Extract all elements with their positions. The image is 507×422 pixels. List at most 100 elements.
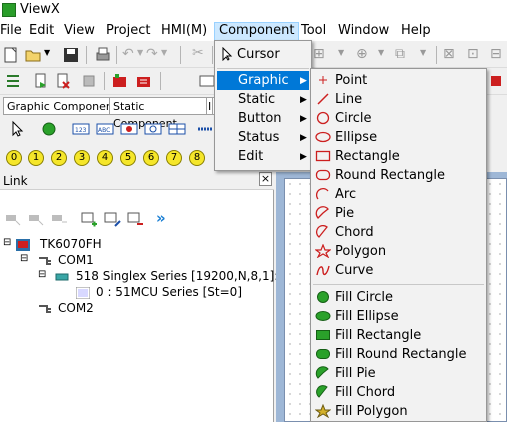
menu-item-pie[interactable]: Pie xyxy=(335,204,354,223)
menu-item-button[interactable]: Button xyxy=(238,109,308,128)
tree-toggle[interactable]: ⊟ xyxy=(38,269,46,280)
menu-item-polygon[interactable]: Polygon xyxy=(335,242,386,261)
table-icon[interactable] xyxy=(168,120,186,138)
tab-static-component[interactable]: Static Component xyxy=(109,97,215,130)
number-button-3[interactable]: 3 xyxy=(74,150,90,166)
menu-item-status[interactable]: Status xyxy=(238,128,308,147)
menu-edit[interactable]: Edit xyxy=(25,22,58,41)
menu-tool[interactable]: Tool xyxy=(297,22,330,41)
tab-more[interactable]: I xyxy=(206,97,214,115)
menu-item-fill-rectangle[interactable]: Fill Rectangle xyxy=(335,326,421,345)
ungroup-icon[interactable]: ⊡ xyxy=(467,46,479,62)
arc-icon xyxy=(315,187,329,200)
menu-view[interactable]: View xyxy=(60,22,99,41)
menu-item-static[interactable]: Static xyxy=(238,90,308,109)
toolbar-separator xyxy=(436,46,437,64)
redo-icon[interactable]: ↷ xyxy=(146,46,158,62)
tab-graphic-component[interactable]: Graphic Component xyxy=(3,97,122,115)
menu-item-line[interactable]: Line xyxy=(335,90,362,109)
number-button-2[interactable]: 2 xyxy=(51,150,67,166)
delete-link-icon[interactable] xyxy=(50,210,68,228)
word-lamp-icon[interactable] xyxy=(144,120,162,138)
bit-lamp-icon[interactable] xyxy=(120,120,138,138)
add-link-icon[interactable] xyxy=(4,210,22,228)
text-input-icon[interactable]: ABC xyxy=(96,120,114,138)
chevron-down-icon[interactable]: ▼ xyxy=(420,48,426,57)
numeric-input-icon[interactable]: 123 xyxy=(72,120,90,138)
menu-item-curve[interactable]: Curve xyxy=(335,261,373,280)
number-button-6[interactable]: 6 xyxy=(143,150,159,166)
menu-item-chord[interactable]: Chord xyxy=(335,223,374,242)
stop-icon[interactable] xyxy=(80,72,98,90)
undo-icon[interactable]: ↶ xyxy=(122,46,134,62)
tree-toggle[interactable]: ⊟ xyxy=(20,253,28,264)
menu-file[interactable]: File xyxy=(0,22,26,41)
tree-item-com2[interactable]: COM2 xyxy=(58,301,94,315)
menu-item-graphic[interactable]: Graphic xyxy=(217,71,309,90)
download-icon[interactable] xyxy=(55,72,73,90)
menu-item-edit[interactable]: Edit xyxy=(238,147,308,166)
tree-item-hmi[interactable]: TK6070FH xyxy=(40,237,102,251)
menu-item-arc[interactable]: Arc xyxy=(335,185,356,204)
fill-polygon-icon xyxy=(315,404,331,418)
number-button-4[interactable]: 4 xyxy=(97,150,113,166)
order-icon[interactable]: ⧉ xyxy=(395,46,405,62)
number-button-5[interactable]: 5 xyxy=(120,150,136,166)
open-folder-icon[interactable] xyxy=(24,46,42,64)
menu-item-fill-ellipse[interactable]: Fill Ellipse xyxy=(335,307,399,326)
menu-item-ellipse[interactable]: Ellipse xyxy=(335,128,377,147)
menu-component[interactable]: Component xyxy=(214,22,300,41)
menu-item-round-rectangle[interactable]: Round Rectangle xyxy=(335,166,445,185)
expand-icon[interactable]: » xyxy=(156,209,166,227)
tree-item-com1[interactable]: COM1 xyxy=(58,253,94,267)
close-icon[interactable]: × xyxy=(259,172,272,186)
tree-toggle[interactable]: ⊟ xyxy=(3,237,11,248)
compile-icon[interactable] xyxy=(33,72,51,90)
chevron-down-icon[interactable]: ▼ xyxy=(161,48,167,57)
chevron-down-icon[interactable]: ▼ xyxy=(378,48,384,57)
hmi-device-icon xyxy=(16,239,30,251)
menu-item-fill-circle[interactable]: Fill Circle xyxy=(335,288,393,307)
number-button-8[interactable]: 8 xyxy=(189,150,205,166)
size-icon[interactable]: ⊟ xyxy=(490,46,502,62)
add-device-icon[interactable] xyxy=(27,210,45,228)
simulate-offline-icon[interactable] xyxy=(111,72,129,90)
number-button-1[interactable]: 1 xyxy=(28,150,44,166)
simulate-online-icon[interactable] xyxy=(135,72,153,90)
tree-item-station[interactable]: 0 : 51MCU Series [St=0] xyxy=(96,285,242,299)
menu-item-fill-chord[interactable]: Fill Chord xyxy=(335,383,395,402)
delete-station-icon[interactable] xyxy=(126,210,144,228)
more-components-icon[interactable] xyxy=(196,120,214,138)
print-icon[interactable] xyxy=(94,46,112,64)
menu-project[interactable]: Project xyxy=(102,22,154,41)
number-button-0[interactable]: 0 xyxy=(6,150,22,166)
chevron-down-icon[interactable]: ▼ xyxy=(44,48,50,57)
lamp-icon[interactable] xyxy=(40,120,58,138)
menu-item-fill-polygon[interactable]: Fill Polygon xyxy=(335,402,408,421)
align-icon[interactable]: ⊞ xyxy=(313,46,325,62)
tool-icon[interactable] xyxy=(487,72,505,90)
menu-item-rectangle[interactable]: Rectangle xyxy=(335,147,400,166)
chevron-down-icon[interactable]: ▼ xyxy=(338,48,344,57)
menu-window[interactable]: Window xyxy=(334,22,393,41)
menu-item-circle[interactable]: Circle xyxy=(335,109,372,128)
edit-station-icon[interactable] xyxy=(103,210,121,228)
new-file-icon[interactable] xyxy=(2,46,20,64)
pointer-icon[interactable] xyxy=(8,120,26,138)
add-station-icon[interactable] xyxy=(80,210,98,228)
menu-item-point[interactable]: Point xyxy=(335,71,367,90)
menu-item-cursor[interactable]: Cursor xyxy=(237,45,311,64)
group-icon[interactable]: ⊠ xyxy=(443,46,455,62)
menu-item-fill-round-rectangle[interactable]: Fill Round Rectangle xyxy=(335,345,467,364)
menu-help[interactable]: Help xyxy=(397,22,435,41)
menu-hmi[interactable]: HMI(M) xyxy=(157,22,211,41)
graphic-submenu: Point Line Circle Ellipse Rectangle Roun… xyxy=(310,68,487,422)
menu-item-fill-pie[interactable]: Fill Pie xyxy=(335,364,376,383)
chevron-down-icon[interactable]: ▼ xyxy=(137,48,143,57)
cut-icon[interactable]: ✂ xyxy=(192,45,204,61)
tree-item-device[interactable]: 518 Singlex Series [19200,N,8,1]: xyxy=(76,269,278,283)
number-button-7[interactable]: 7 xyxy=(166,150,182,166)
distribute-icon[interactable]: ⊕ xyxy=(356,46,368,62)
save-icon[interactable] xyxy=(62,46,80,64)
list-icon[interactable] xyxy=(4,72,22,90)
